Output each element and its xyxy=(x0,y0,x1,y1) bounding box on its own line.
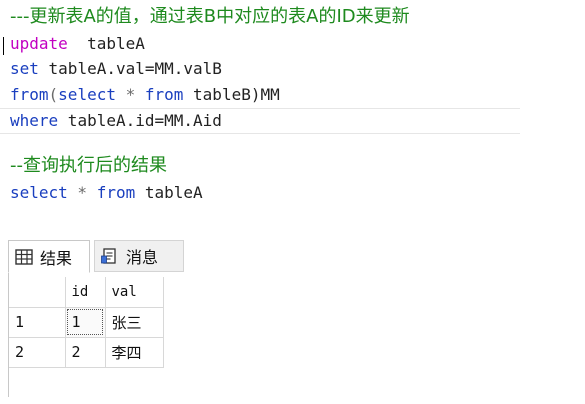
results-tabbar: 结果 消息 xyxy=(8,237,213,274)
table-row: 1 1 张三 xyxy=(9,307,164,338)
keyword-select-query: select xyxy=(10,183,68,202)
row-number[interactable]: 2 xyxy=(9,337,66,368)
header-id[interactable]: id xyxy=(65,277,106,308)
cell-id[interactable]: 2 xyxy=(65,337,106,368)
keyword-from-query: from xyxy=(96,183,136,202)
keyword-update: update xyxy=(10,34,68,53)
code-line-where[interactable]: where tableA.id=MM.Aid xyxy=(10,110,222,132)
keyword-from: from xyxy=(10,85,49,104)
grid-icon xyxy=(15,248,33,265)
table-row: 2 2 李四 xyxy=(9,337,164,368)
sql-editor[interactable]: ---更新表A的值，通过表B中对应的表A的ID来更新 update tableA… xyxy=(0,0,585,215)
cell-val[interactable]: 李四 xyxy=(105,337,164,368)
comment-update: ---更新表A的值，通过表B中对应的表A的ID来更新 xyxy=(10,6,410,27)
open-paren: ( xyxy=(48,85,59,104)
tab-messages[interactable]: 消息 xyxy=(94,240,184,272)
subquery-rest: tableB)MM xyxy=(183,85,280,104)
table-header-row: id val xyxy=(9,277,164,308)
messages-icon xyxy=(101,248,116,264)
code-line-set[interactable]: set tableA.val=MM.valB xyxy=(10,58,222,80)
tab-results[interactable]: 结果 xyxy=(8,240,90,273)
results-pane: 结果 消息 id val 1 1 张三 2 2 李四 xyxy=(0,237,215,397)
identifier-tablea: tableA xyxy=(67,34,145,53)
row-number[interactable]: 1 xyxy=(9,307,66,338)
keyword-set: set xyxy=(10,59,39,78)
set-expression: tableA.val=MM.valB xyxy=(38,59,222,78)
cell-id[interactable]: 1 xyxy=(65,307,106,338)
where-expression: tableA.id=MM.Aid xyxy=(58,111,222,130)
code-line-update[interactable]: update tableA xyxy=(10,33,145,55)
header-rownum[interactable] xyxy=(9,277,66,308)
query-table: tableA xyxy=(135,183,203,202)
star-operator: * xyxy=(115,85,145,104)
tab-messages-label: 消息 xyxy=(126,248,159,267)
results-table: id val 1 1 张三 2 2 李四 xyxy=(9,277,164,368)
text-caret xyxy=(3,37,4,55)
cell-val[interactable]: 张三 xyxy=(105,307,164,338)
comment-query: --查询执行后的结果 xyxy=(10,155,167,176)
header-val[interactable]: val xyxy=(105,277,164,308)
code-line-select[interactable]: select * from tableA xyxy=(10,182,203,204)
star-operator-query: * xyxy=(67,183,97,202)
keyword-select: select xyxy=(58,85,116,104)
tab-results-label: 结果 xyxy=(40,248,73,268)
results-grid[interactable]: id val 1 1 张三 2 2 李四 xyxy=(8,273,214,397)
keyword-where: where xyxy=(10,111,59,130)
code-line-from[interactable]: from(select * from tableB)MM xyxy=(10,84,280,106)
keyword-from-inner: from xyxy=(144,85,184,104)
